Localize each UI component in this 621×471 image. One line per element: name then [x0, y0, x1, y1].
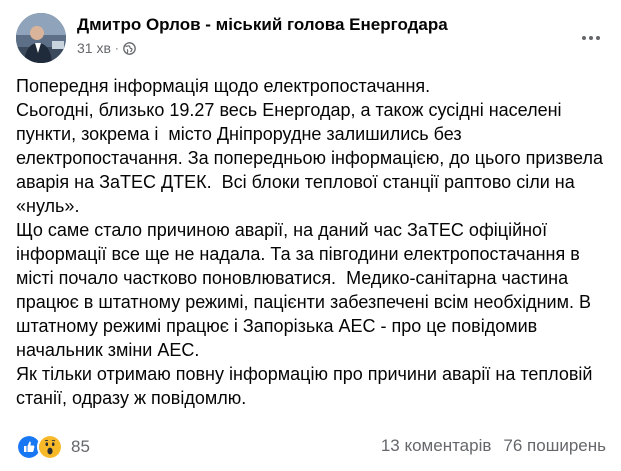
comments-count-link[interactable]: 13 коментарів [381, 436, 492, 456]
shares-count-link[interactable]: 76 поширень [503, 436, 606, 456]
more-options-icon[interactable] [579, 26, 603, 50]
globe-icon[interactable] [123, 41, 136, 55]
author-name[interactable]: Дмитро Орлов - міський голова Енергодара [77, 15, 448, 35]
wow-icon [37, 434, 63, 460]
reactions-count: 85 [71, 437, 90, 456]
author-avatar[interactable] [16, 13, 66, 63]
post-time[interactable]: 31 хв [77, 40, 111, 56]
post-paragraph: Попередня інформація щодо електропостача… [16, 76, 431, 96]
post-body: Попередня інформація щодо електропостача… [16, 74, 608, 410]
facebook-post: Дмитро Орлов - міський голова Енергодара… [0, 0, 621, 471]
post-footer: 85 13 коментарів 76 поширень [16, 432, 606, 460]
avatar-photo [16, 13, 66, 63]
post-paragraph: Як тільки отримаю повну інформацію про п… [16, 364, 598, 408]
post-paragraph: Сьогодні, близько 19.27 весь Енергодар, … [16, 100, 608, 216]
post-paragraph: Що саме стало причиною аварії, на даний … [16, 220, 597, 360]
engagement-stats: 13 коментарів 76 поширень [381, 436, 606, 456]
post-meta: 31 хв · [77, 40, 136, 56]
post-header: Дмитро Орлов - міський голова Енергодара… [16, 12, 605, 63]
meta-separator: · [114, 41, 119, 55]
reactions-summary[interactable]: 85 [16, 434, 90, 460]
